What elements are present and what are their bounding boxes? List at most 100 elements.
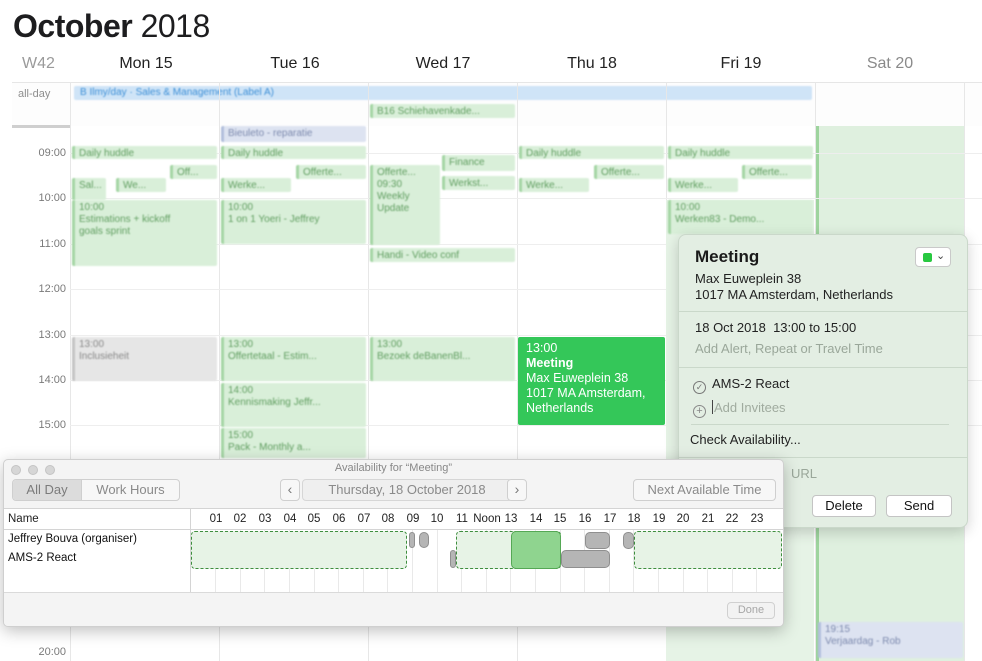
- calendar-event[interactable]: Handi - Video conf: [370, 248, 515, 262]
- hour-label: 09:00: [38, 147, 66, 159]
- calendar-event[interactable]: 10:00 Werken83 - Demo...: [668, 200, 813, 234]
- calendar-event[interactable]: 13:00 Offertetaal - Estim...: [221, 337, 366, 381]
- timeline-header: Name 01 02 03 04 05 06 07 08 09 10 11 No…: [4, 508, 783, 530]
- next-available-time-button[interactable]: Next Available Time: [633, 479, 776, 501]
- calendar-event[interactable]: Finance: [442, 155, 515, 171]
- tab-work-hours[interactable]: Work Hours: [81, 480, 179, 500]
- calendar-event[interactable]: Offerte...: [594, 165, 664, 179]
- calendar-event[interactable]: Off...: [170, 165, 217, 179]
- day-header-tue[interactable]: Tue 16: [221, 55, 369, 73]
- calendar-event[interactable]: Werke...: [221, 178, 291, 192]
- date-field[interactable]: Thursday, 18 October 2018: [302, 479, 512, 501]
- day-header-wed[interactable]: Wed 17: [369, 55, 517, 73]
- selected-event-meeting[interactable]: 13:00 Meeting Max Euweplein 38 1017 MA A…: [518, 337, 665, 425]
- next-day-button[interactable]: ›: [507, 479, 527, 501]
- event-title: Meeting: [526, 356, 574, 370]
- tab-all-day[interactable]: All Day: [13, 480, 81, 500]
- calendar-event[interactable]: 10:00 Estimations + kickoff goals sprint: [72, 200, 217, 266]
- window-title: Availability for “Meeting”: [334, 462, 453, 474]
- month-name: October: [13, 8, 133, 44]
- event-date: 18 Oct 2018: [695, 320, 766, 335]
- color-swatch-icon: [923, 253, 932, 262]
- calendar-event[interactable]: Offerte...: [742, 165, 812, 179]
- hour-label: 20: [676, 513, 690, 525]
- calendar-event[interactable]: 13:00 Inclusieheit: [72, 337, 217, 381]
- week-number: W42: [22, 55, 55, 72]
- hour-label: 13:00: [38, 329, 66, 341]
- calendar-event[interactable]: Sal...: [72, 178, 106, 200]
- calendar-event[interactable]: Werkst...: [442, 176, 515, 190]
- free-time-block[interactable]: [191, 531, 407, 569]
- check-circle-icon: ✓: [693, 381, 706, 394]
- calendar-event[interactable]: Werke...: [519, 178, 589, 192]
- invitee-name: AMS-2 React: [712, 376, 790, 391]
- hour-label: 04: [283, 513, 297, 525]
- popover-divider: [679, 457, 967, 458]
- proposed-meeting-slot[interactable]: [511, 531, 561, 569]
- calendar-event[interactable]: Werke...: [668, 178, 738, 192]
- url-field[interactable]: URL: [791, 466, 817, 481]
- hour-label: 02: [233, 513, 247, 525]
- popover-title[interactable]: Meeting: [695, 247, 759, 267]
- busy-block: [585, 532, 610, 549]
- hour-label: 18: [627, 513, 641, 525]
- hour-label: 01: [209, 513, 223, 525]
- event-location-3: Netherlands: [526, 401, 594, 415]
- calendar-color-picker[interactable]: ⌄: [915, 247, 951, 267]
- calendar-event[interactable]: Daily huddle: [221, 146, 366, 159]
- event-time: 13:00: [526, 341, 558, 355]
- hour-label: 17: [603, 513, 617, 525]
- hour-label: 20:00: [38, 646, 66, 658]
- popover-address[interactable]: Max Euweplein 38 1017 MA Amsterdam, Neth…: [695, 271, 893, 303]
- year: 2018: [140, 8, 211, 44]
- event-location-1: Max Euweplein 38: [526, 371, 629, 385]
- hour-label: 13: [504, 513, 518, 525]
- calendar-event[interactable]: Daily huddle: [668, 146, 813, 159]
- popover-divider: [679, 367, 967, 368]
- calendar-event[interactable]: Bieuleto - reparatie: [221, 126, 366, 142]
- day-header-fri[interactable]: Fri 19: [667, 55, 815, 73]
- calendar-event[interactable]: 19:15 Verjaardag - Rob: [818, 622, 963, 658]
- busy-block: [419, 532, 429, 548]
- hour-label: 11:00: [39, 238, 66, 250]
- calendar-event[interactable]: B16 Schiehavenkade...: [370, 104, 515, 118]
- check-availability-link[interactable]: Check Availability...: [690, 432, 801, 447]
- alert-repeat-field[interactable]: Add Alert, Repeat or Travel Time: [695, 341, 883, 356]
- day-header-mon[interactable]: Mon 15: [72, 55, 220, 73]
- hour-label: 14: [529, 513, 543, 525]
- event-end: 15:00: [823, 320, 857, 335]
- calendar-event[interactable]: Daily huddle: [72, 146, 217, 159]
- availability-footer: Done: [4, 592, 783, 626]
- free-time-block[interactable]: [634, 531, 782, 569]
- busy-block: [623, 532, 634, 549]
- calendar-event[interactable]: 15:00 Pack - Monthly a...: [221, 428, 366, 458]
- hour-label: 03: [258, 513, 272, 525]
- address-line-2: 1017 MA Amsterdam, Netherlands: [695, 287, 893, 302]
- availability-window: Availability for “Meeting” All Day Work …: [3, 459, 784, 627]
- day-header-sat[interactable]: Sat 20: [816, 55, 964, 73]
- event-start: 13:00: [773, 320, 806, 335]
- add-invitees-field[interactable]: + Add Invitees: [693, 400, 786, 418]
- calendar-event[interactable]: 13:00 Bezoek deBanenBl...: [370, 337, 515, 381]
- day-header-thu[interactable]: Thu 18: [518, 55, 666, 73]
- calendar-event[interactable]: Offerte...: [296, 165, 366, 179]
- previous-day-button[interactable]: ‹: [280, 479, 300, 501]
- all-day-label: all-day: [18, 88, 51, 100]
- timeline-gridline: [437, 530, 438, 592]
- calendar-event[interactable]: 14:00 Kennismaking Jeffr...: [221, 383, 366, 427]
- done-button[interactable]: Done: [727, 602, 775, 619]
- invitee-row[interactable]: ✓ AMS-2 React: [693, 376, 789, 394]
- calendar-event[interactable]: Daily huddle: [519, 146, 664, 159]
- busy-block: [561, 550, 610, 568]
- delete-button[interactable]: Delete: [812, 495, 876, 517]
- send-button[interactable]: Send: [886, 495, 952, 517]
- hour-label: 09: [406, 513, 420, 525]
- calendar-event[interactable]: Offerte... 09:30 Weekly Update: [370, 165, 440, 245]
- calendar-event[interactable]: We...: [116, 178, 166, 192]
- all-day-event[interactable]: B Ilmy/day · Sales & Management (Label A…: [74, 86, 812, 100]
- calendar-event[interactable]: 10:00 1 on 1 Yoeri - Jeffrey: [221, 200, 366, 244]
- hour-label: 14:00: [38, 374, 66, 386]
- attendee-row-organiser: Jeffrey Bouva (organiser): [8, 533, 137, 545]
- event-date-time[interactable]: 18 Oct 2018 13:00 to 15:00: [695, 320, 856, 335]
- hour-label: 10: [430, 513, 444, 525]
